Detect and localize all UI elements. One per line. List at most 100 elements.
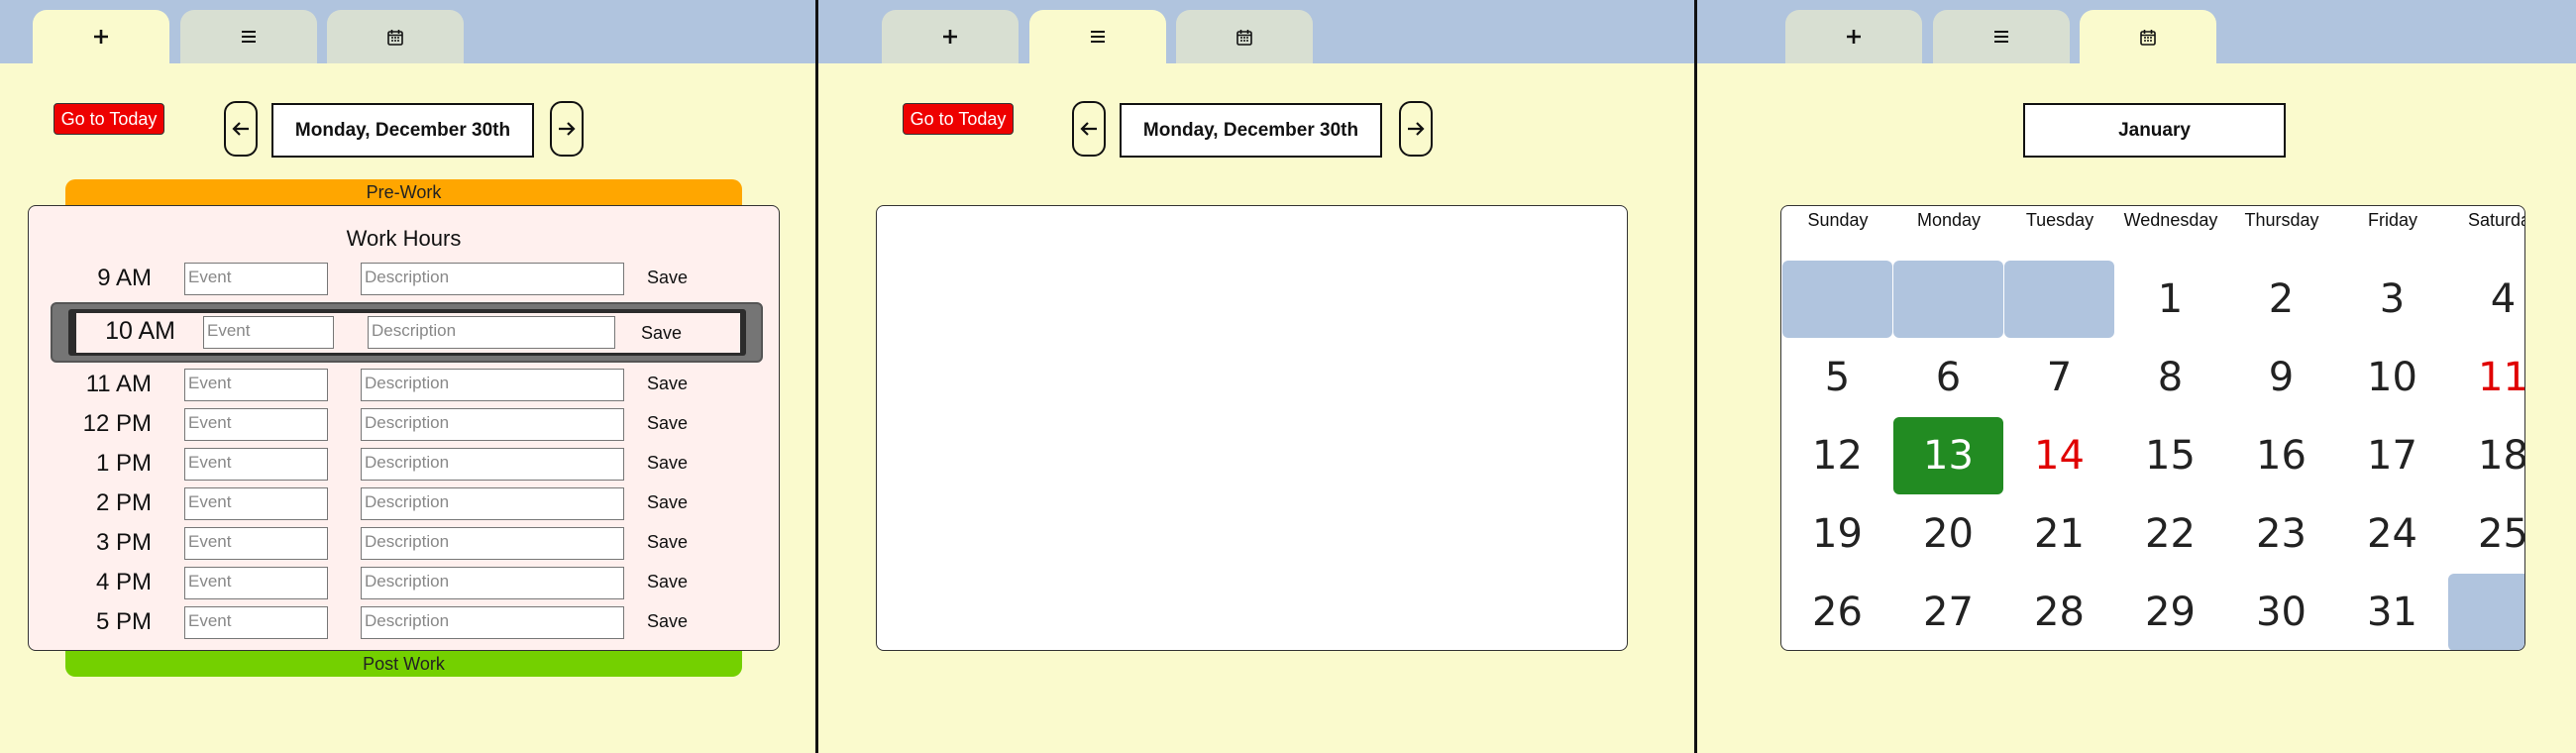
post-work-band: Post Work	[65, 651, 742, 677]
save-button[interactable]: Save	[647, 446, 688, 480]
dragged-hour-row[interactable]: 10 AM Event Description Save	[51, 302, 763, 363]
today-day-cell[interactable]: 13	[1893, 417, 2003, 494]
save-button[interactable]: Save	[647, 485, 688, 519]
tab-calendar[interactable]	[1176, 10, 1313, 63]
day-cell[interactable]: 11	[2448, 339, 2524, 416]
tab-list[interactable]	[180, 10, 317, 63]
day-cell[interactable]: 24	[2337, 495, 2447, 573]
save-button[interactable]: Save	[647, 565, 688, 598]
day-cell[interactable]: 25	[2448, 495, 2524, 573]
month-grid: Sunday Monday Tuesday Wednesday Thursday Frid…	[1780, 205, 2525, 651]
save-button[interactable]: Save	[647, 604, 688, 638]
day-cell[interactable]: 27	[1893, 574, 2003, 650]
description-input[interactable]: Description	[361, 527, 624, 560]
tab-add[interactable]	[882, 10, 1019, 63]
list-view-panel: Go to Today Monday, December 30th	[818, 0, 1694, 753]
day-cell[interactable]: 18	[2448, 417, 2524, 494]
tab-calendar[interactable]	[327, 10, 464, 63]
description-input[interactable]: Description	[361, 567, 624, 599]
go-to-today-button[interactable]: Go to Today	[54, 103, 164, 135]
day-cell[interactable]: 30	[2226, 574, 2336, 650]
description-input[interactable]: Description	[361, 369, 624, 401]
day-cell[interactable]: 7	[2004, 339, 2114, 416]
day-cell[interactable]: 10	[2337, 339, 2447, 416]
day-cell[interactable]: 20	[1893, 495, 2003, 573]
description-input[interactable]: Description	[361, 606, 624, 639]
tab-bar	[1697, 0, 2576, 63]
hour-label: 4 PM	[95, 569, 152, 595]
tab-list[interactable]	[1029, 10, 1166, 63]
day-cell[interactable]: 9	[2226, 339, 2336, 416]
day-cell[interactable]: 1	[2115, 261, 2225, 338]
description-input[interactable]: Description	[368, 316, 615, 349]
tab-calendar[interactable]	[2080, 10, 2216, 63]
event-input[interactable]: Event	[184, 408, 328, 441]
next-day-button[interactable]	[550, 101, 584, 157]
save-button[interactable]: Save	[641, 316, 682, 350]
previous-day-button[interactable]	[1072, 101, 1106, 157]
previous-day-button[interactable]	[224, 101, 258, 157]
hour-label: 5 PM	[95, 608, 152, 635]
go-to-today-button[interactable]: Go to Today	[903, 103, 1014, 135]
event-input[interactable]: Event	[203, 316, 334, 349]
hour-row: 11 AM Event Description Save	[29, 367, 779, 402]
hour-label: 2 PM	[95, 489, 152, 516]
save-button[interactable]: Save	[647, 367, 688, 400]
event-input[interactable]: Event	[184, 606, 328, 639]
day-cell[interactable]: 26	[1782, 574, 1892, 650]
weekday-header: Tuesday	[2025, 210, 2094, 230]
day-cell[interactable]: 15	[2115, 417, 2225, 494]
event-input[interactable]: Event	[184, 567, 328, 599]
day-cell[interactable]: 28	[2004, 574, 2114, 650]
day-cell[interactable]: 2	[2226, 261, 2336, 338]
save-button[interactable]: Save	[647, 261, 688, 294]
drag-shadow: 10 AM Event Description Save	[68, 309, 746, 356]
event-input[interactable]: Event	[184, 487, 328, 520]
empty-day-cell	[2004, 261, 2114, 338]
day-cell[interactable]: 31	[2337, 574, 2447, 650]
event-input[interactable]: Event	[184, 527, 328, 560]
day-cell[interactable]: 23	[2226, 495, 2336, 573]
save-button[interactable]: Save	[647, 406, 688, 440]
month-display: January	[2023, 103, 2286, 158]
empty-day-cell	[1782, 261, 1892, 338]
hour-label: 9 AM	[97, 265, 152, 291]
day-cell[interactable]: 29	[2115, 574, 2225, 650]
day-cell[interactable]: 14	[2004, 417, 2114, 494]
event-input[interactable]: Event	[184, 263, 328, 295]
day-cell[interactable]: 3	[2337, 261, 2447, 338]
save-button[interactable]: Save	[647, 525, 688, 559]
calendar-icon	[387, 29, 403, 46]
description-input[interactable]: Description	[361, 448, 624, 481]
hour-label: 12 PM	[82, 410, 152, 437]
weekday-header: Saturday	[2467, 210, 2524, 230]
day-cell[interactable]: 5	[1782, 339, 1892, 416]
day-cell[interactable]: 4	[2448, 261, 2524, 338]
day-cell[interactable]: 16	[2226, 417, 2336, 494]
day-cell[interactable]: 17	[2337, 417, 2447, 494]
event-input[interactable]: Event	[184, 369, 328, 401]
plus-icon	[1847, 30, 1861, 44]
plus-icon	[94, 30, 108, 44]
day-cell[interactable]: 6	[1893, 339, 2003, 416]
event-input[interactable]: Event	[184, 448, 328, 481]
work-hours-title: Work Hours	[346, 226, 462, 251]
next-day-button[interactable]	[1399, 101, 1433, 157]
day-cell[interactable]: 12	[1782, 417, 1892, 494]
hour-row: 5 PM Event Description Save	[29, 604, 779, 640]
current-date-display: Monday, December 30th	[1120, 103, 1382, 158]
weekday-header: Wednesday	[2123, 210, 2218, 230]
month-calendar-panel: January Sunday Monday Tuesday Wednesday Thur…	[1697, 0, 2576, 753]
description-input[interactable]: Description	[361, 408, 624, 441]
tab-list[interactable]	[1933, 10, 2070, 63]
tab-add[interactable]	[33, 10, 169, 63]
arrow-right-icon	[1408, 122, 1425, 136]
tab-add[interactable]	[1785, 10, 1922, 63]
description-input[interactable]: Description	[361, 263, 624, 295]
day-cell[interactable]: 22	[2115, 495, 2225, 573]
day-cell[interactable]: 21	[2004, 495, 2114, 573]
list-icon	[1994, 31, 2008, 43]
description-input[interactable]: Description	[361, 487, 624, 520]
day-cell[interactable]: 19	[1782, 495, 1892, 573]
day-cell[interactable]: 8	[2115, 339, 2225, 416]
